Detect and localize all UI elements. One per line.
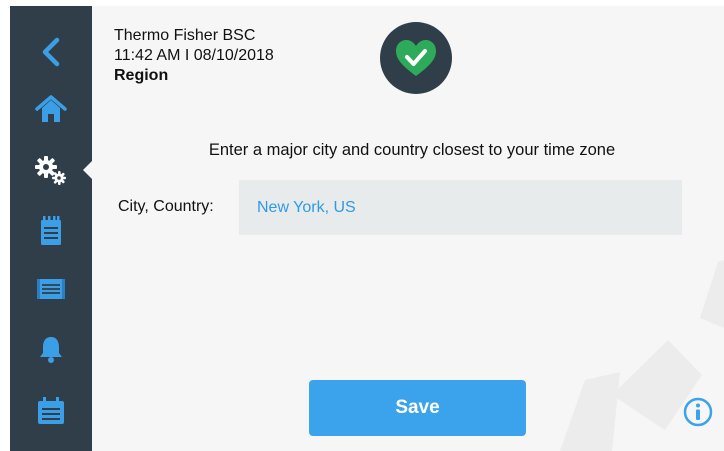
city-country-label: City, Country:	[118, 198, 214, 215]
app-screen: Thermo Fisher BSC 11:42 AM I 08/10/2018 …	[10, 6, 724, 451]
back-arrow-icon	[42, 37, 60, 67]
status-badge	[380, 22, 452, 94]
sidebar-item-display[interactable]	[10, 264, 92, 314]
calendar-list-icon	[38, 397, 64, 424]
instruction-text: Enter a major city and country closest t…	[208, 141, 616, 159]
sidebar	[10, 6, 93, 451]
info-icon[interactable]	[683, 397, 713, 427]
sidebar-item-alarms[interactable]	[10, 324, 92, 374]
sidebar-item-logbook[interactable]	[10, 206, 92, 256]
notepad-icon	[41, 216, 61, 245]
bell-icon	[40, 337, 62, 363]
device-info: Thermo Fisher BSC 11:42 AM I 08/10/2018 …	[114, 26, 274, 86]
device-name: Thermo Fisher BSC	[114, 27, 256, 44]
active-indicator	[83, 160, 93, 180]
heart-check-icon	[396, 40, 436, 76]
sidebar-item-schedule[interactable]	[10, 386, 92, 436]
home-icon	[35, 95, 67, 122]
city-country-input[interactable]	[239, 180, 682, 235]
back-button[interactable]	[10, 27, 92, 77]
display-panel-icon	[37, 279, 65, 299]
page-title: Region	[114, 67, 169, 84]
sidebar-item-home[interactable]	[10, 84, 92, 134]
save-button[interactable]: Save	[309, 380, 526, 436]
date-time: 11:42 AM I 08/10/2018	[114, 47, 274, 64]
